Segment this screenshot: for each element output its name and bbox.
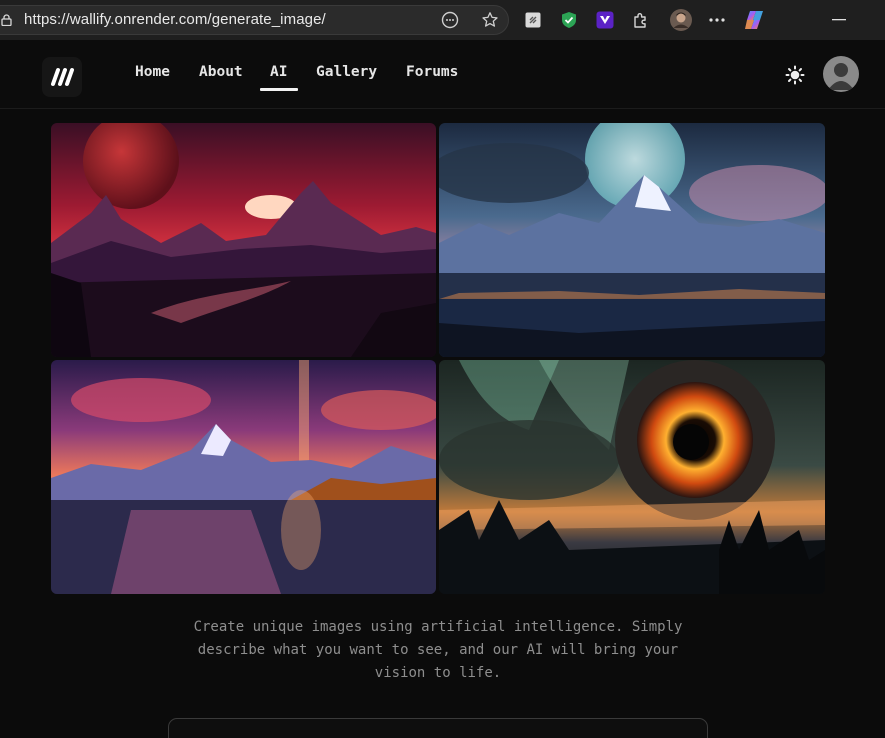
- nav-forums[interactable]: Forums: [406, 64, 458, 80]
- red-mountain-sunset-image: [51, 123, 436, 357]
- ai-description: Create unique images using artificial in…: [150, 616, 726, 685]
- active-nav-indicator: [260, 88, 298, 91]
- nav-ai[interactable]: AI: [270, 64, 287, 80]
- url-text[interactable]: https://wallify.onrender.com/generate_im…: [24, 11, 326, 28]
- gallery-image-3[interactable]: [51, 360, 436, 594]
- nav-gallery[interactable]: Gallery: [316, 64, 377, 80]
- description-line-1: Create unique images using artificial in…: [193, 619, 683, 635]
- theme-toggle-sun-icon[interactable]: [784, 64, 806, 86]
- browser-toolbar: https://wallify.onrender.com/generate_im…: [0, 0, 885, 40]
- prompt-input[interactable]: [168, 718, 708, 738]
- wallify-logo[interactable]: [42, 57, 82, 97]
- reader-mode-icon[interactable]: [439, 9, 461, 31]
- favorite-star-icon[interactable]: [479, 9, 501, 31]
- blue-moon-mountain-image: [439, 123, 825, 357]
- lock-icon: [1, 14, 12, 26]
- more-menu-icon[interactable]: [706, 9, 728, 31]
- shield-extension-icon[interactable]: [558, 9, 580, 31]
- description-line-3: vision to life.: [374, 665, 502, 681]
- description-line-2: describe what you want to see, and our A…: [197, 642, 679, 658]
- fiery-eye-image: [439, 360, 825, 594]
- site-header: Home About AI Gallery Forums: [0, 40, 885, 109]
- minimize-icon[interactable]: [828, 9, 850, 31]
- copilot-icon[interactable]: [744, 9, 766, 31]
- gallery-image-4[interactable]: [439, 360, 825, 594]
- extensions-puzzle-icon[interactable]: [630, 9, 652, 31]
- profile-avatar-icon[interactable]: [670, 9, 692, 31]
- nav-home[interactable]: Home: [135, 64, 170, 80]
- user-avatar[interactable]: [823, 56, 859, 92]
- gallery-image-1[interactable]: [51, 123, 436, 357]
- nav-about[interactable]: About: [199, 64, 243, 80]
- extension-s-icon[interactable]: [522, 9, 544, 31]
- purple-extension-icon[interactable]: [594, 9, 616, 31]
- pink-sunset-lake-image: [51, 360, 436, 594]
- gallery-image-2[interactable]: [439, 123, 825, 357]
